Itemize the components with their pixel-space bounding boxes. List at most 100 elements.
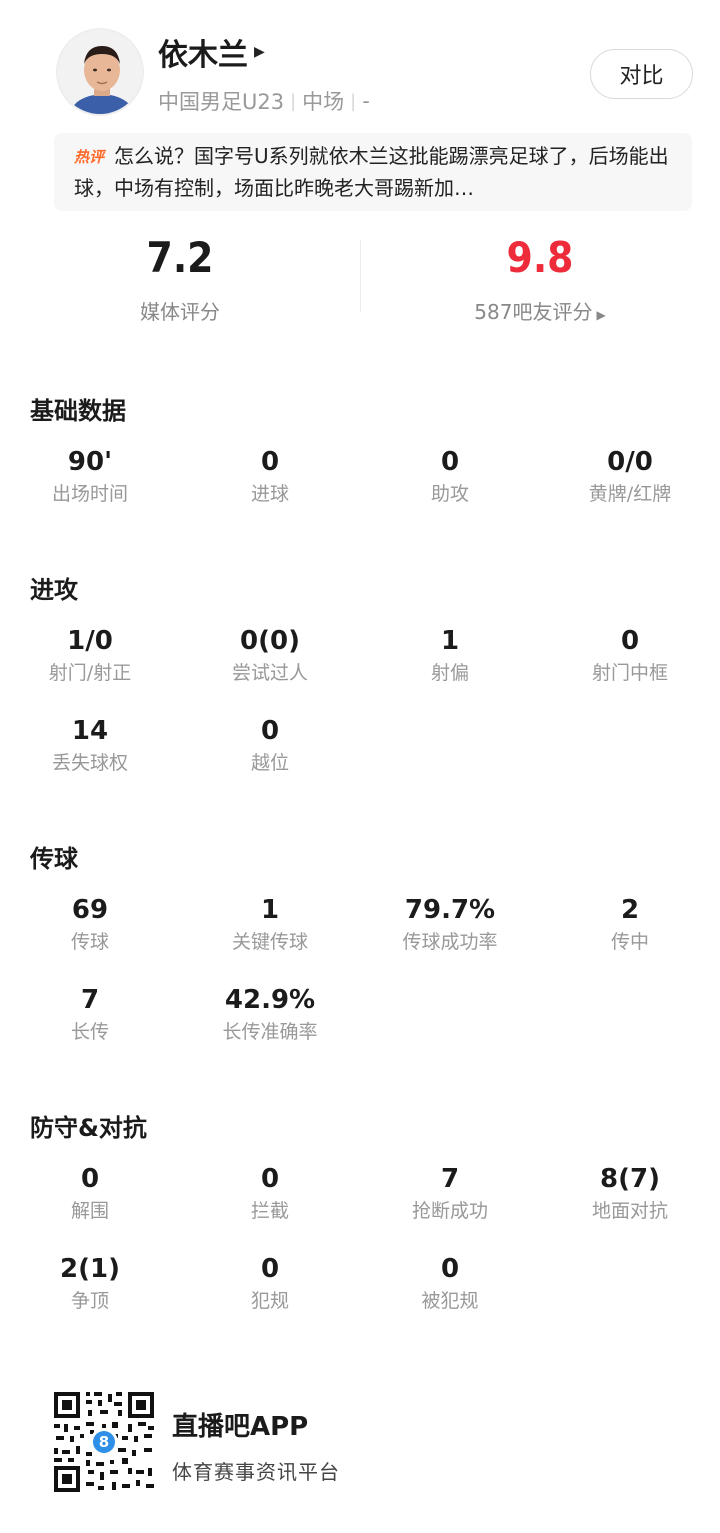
stat-passes: 69 传球 [0,894,180,954]
section-title-passing: 传球 [30,845,78,873]
stat-shots-off: 1 射偏 [360,625,540,685]
stat-label: 尝试过人 [231,662,308,684]
stat-label: 射偏 [430,662,469,684]
play-arrow-icon: ▶ [596,308,606,322]
media-rating-value: 7.2 [146,233,214,282]
fan-rating-value: 9.8 [506,233,574,282]
stat-value: 7 [80,985,100,1015]
stat-label: 进球 [250,483,289,505]
stat-label: 出场时间 [51,483,128,505]
qr-logo-badge: 8 [98,1433,110,1451]
player-team: 中国男足U23 [158,90,285,114]
stat-value: 0 [440,1254,460,1284]
stat-value: 42.9% [224,985,316,1015]
stat-value: 0(0) [240,626,300,656]
stat-shots: 1/0 射门/射正 [0,625,180,685]
app-name: 直播吧APP [172,1412,309,1442]
stat-value: 0 [260,447,280,477]
media-rating-label: 媒体评分 [140,300,220,324]
player-photo-icon [58,30,142,114]
stat-dribbles: 0(0) 尝试过人 [180,625,360,685]
stat-value: 0 [260,1164,280,1194]
stat-goals: 0 进球 [180,446,360,506]
media-rating: 7.2 媒体评分 [0,232,360,325]
stat-value: 79.7% [404,895,496,925]
fan-rating-link[interactable]: 587吧友评分 ▶ [360,296,720,325]
compare-button[interactable]: 对比 [590,49,693,99]
stat-value: 2(1) [60,1254,120,1284]
stat-label: 越位 [250,752,289,774]
stat-offsides: 0 越位 [180,715,360,775]
stat-fouls: 0 犯规 [180,1253,360,1313]
stat-value: 1 [440,626,460,656]
stat-crosses: 2 传中 [540,894,720,954]
stat-label: 地面对抗 [591,1200,668,1222]
stat-label: 射门中框 [591,662,668,684]
player-name-link[interactable]: 依木兰 ▶ [158,30,265,74]
section-title-attack: 进攻 [30,576,78,604]
stat-woodwork: 0 射门中框 [540,625,720,685]
stat-value: 2 [620,895,640,925]
stat-key-passes: 1 关键传球 [180,894,360,954]
play-arrow-icon: ▶ [254,44,265,60]
stat-value: 90' [67,447,113,477]
player-name: 依木兰 [158,38,248,73]
player-stats-page: 依木兰 ▶ 中国男足U23 | 中场 | - 对比 热评 怎么说？国字号U系列就依… [0,0,720,1533]
stat-value: 0 [620,626,640,656]
stat-pass-accuracy: 79.7% 传球成功率 [360,894,540,954]
stat-label: 助攻 [430,483,469,505]
stat-interceptions: 0 拦截 [180,1163,360,1223]
app-slogan: 体育赛事资讯平台 [172,1460,340,1484]
stat-label: 传球成功率 [402,931,498,953]
stat-label: 传球 [70,931,109,953]
hot-comment[interactable]: 热评 怎么说？国字号U系列就依木兰这批能踢漂亮足球了，后场能出球，中场有控制，场面… [54,133,692,211]
section-title-basic: 基础数据 [30,397,126,425]
player-meta: 中国男足U23 | 中场 | - [158,86,370,116]
hot-comment-text: 怎么说？国字号U系列就依木兰这批能踢漂亮足球了，后场能出球，中场有控制，场面比昨… [74,144,669,200]
stat-value: 8(7) [600,1164,660,1194]
stat-long-ball-accuracy: 42.9% 长传准确率 [180,984,360,1044]
stat-label: 长传 [70,1021,109,1043]
stat-ground-duels: 8(7) 地面对抗 [540,1163,720,1223]
stat-value: 0/0 [607,447,653,477]
stat-label: 抢断成功 [411,1200,488,1222]
stat-tackles: 7 抢断成功 [360,1163,540,1223]
stat-value: 0 [440,447,460,477]
stat-aerial-duels: 2(1) 争顶 [0,1253,180,1313]
stat-value: 1 [260,895,280,925]
stat-label: 关键传球 [231,931,308,953]
stat-label: 拦截 [250,1200,289,1222]
fan-rating-label: 587吧友评分 [474,300,593,324]
player-position: 中场 [302,90,345,114]
stat-label: 犯规 [250,1290,289,1312]
stat-label: 长传准确率 [222,1021,318,1043]
stat-value: 69 [71,895,109,925]
stat-clearances: 0 解围 [0,1163,180,1223]
meta-divider: | [290,90,297,112]
player-avatar[interactable] [56,28,144,116]
stat-value: 7 [440,1164,460,1194]
stat-label: 被犯规 [421,1290,479,1312]
stat-minutes: 90' 出场时间 [0,446,180,506]
stat-value: 0 [260,716,280,746]
stat-label: 传中 [610,931,649,953]
stat-label: 争顶 [70,1290,109,1312]
stat-value: 1/0 [67,626,113,656]
qr-code: 8 [52,1390,156,1494]
stat-assists: 0 助攻 [360,446,540,506]
stat-value: 0 [80,1164,100,1194]
stat-value: 14 [71,716,109,746]
hot-comment-badge: 热评 [74,148,105,166]
stat-possession-lost: 14 丢失球权 [0,715,180,775]
fan-rating[interactable]: 9.8 587吧友评分 ▶ [360,232,720,325]
stat-label: 黄牌/红牌 [588,483,672,505]
stat-fouled: 0 被犯规 [360,1253,540,1313]
stat-cards: 0/0 黄牌/红牌 [540,446,720,506]
player-extra: - [362,89,370,113]
stat-value: 0 [260,1254,280,1284]
stat-label: 丢失球权 [51,752,128,774]
stat-label: 射门/射正 [48,662,132,684]
stat-label: 解围 [70,1200,109,1222]
stat-long-balls: 7 长传 [0,984,180,1044]
meta-divider: | [350,90,357,112]
